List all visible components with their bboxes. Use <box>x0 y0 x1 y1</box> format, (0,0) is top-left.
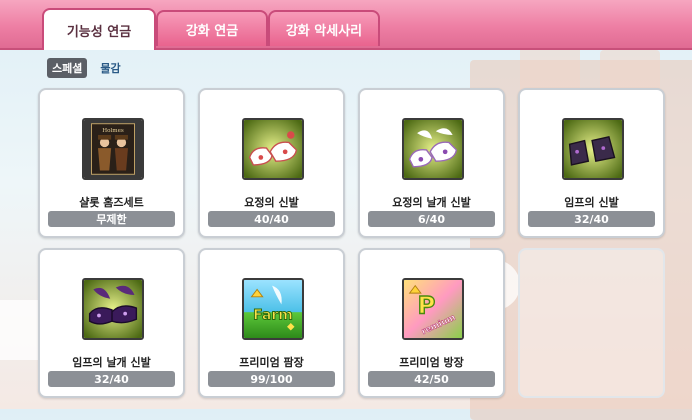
item-card[interactable]: 요정의 날개 신발 6/40 <box>358 88 505 238</box>
item-stock-badge: 6/40 <box>368 211 495 227</box>
item-stock-badge: 99/100 <box>208 371 335 387</box>
tab-enhance-alchemy[interactable]: 강화 연금 <box>156 10 268 46</box>
imp-shoes-icon <box>562 118 624 180</box>
subtab-special[interactable]: 스페셜 <box>47 58 88 78</box>
premium-farm-icon: Farm <box>242 278 304 340</box>
fairy-wing-shoes-icon <box>402 118 464 180</box>
svg-text:Holmes: Holmes <box>102 128 124 134</box>
item-card[interactable]: P remium 프리미엄 방장 42/50 <box>358 248 505 398</box>
item-name: 요정의 신발 <box>244 196 299 209</box>
item-card[interactable]: 임프의 신발 32/40 <box>518 88 665 238</box>
item-name: 요정의 날개 신발 <box>392 196 471 209</box>
subtab-bar: 스페셜 물감 <box>47 58 126 78</box>
svg-text:P: P <box>418 291 436 320</box>
item-card[interactable]: Holmes 샬롯 홈즈세트 무제한 <box>38 88 185 238</box>
tab-enhance-accessory[interactable]: 강화 악세사리 <box>268 10 380 46</box>
item-name: 프리미엄 방장 <box>399 356 464 369</box>
holmes-costume-set-icon: Holmes <box>82 118 144 180</box>
premium-room-icon: P remium <box>402 278 464 340</box>
item-stock-badge: 무제한 <box>48 211 175 227</box>
item-name: 임프의 신발 <box>564 196 619 209</box>
item-card[interactable]: 임프의 날개 신발 32/40 <box>38 248 185 398</box>
subtab-dye[interactable]: 물감 <box>95 58 125 78</box>
item-card[interactable]: Farm 프리미엄 팜장 99/100 <box>198 248 345 398</box>
item-stock-badge: 42/50 <box>368 371 495 387</box>
item-stock-badge: 32/40 <box>528 211 655 227</box>
tab-functional-alchemy[interactable]: 기능성 연금 <box>42 8 156 50</box>
item-name: 임프의 날개 신발 <box>72 356 151 369</box>
item-card[interactable]: 요정의 신발 40/40 <box>198 88 345 238</box>
fairy-shoes-icon <box>242 118 304 180</box>
empty-item-slot <box>518 248 665 398</box>
item-name: 프리미엄 팜장 <box>239 356 304 369</box>
svg-text:Farm: Farm <box>253 307 293 323</box>
item-name: 샬롯 홈즈세트 <box>79 196 144 209</box>
item-stock-badge: 40/40 <box>208 211 335 227</box>
item-stock-badge: 32/40 <box>48 371 175 387</box>
imp-wing-shoes-icon <box>82 278 144 340</box>
